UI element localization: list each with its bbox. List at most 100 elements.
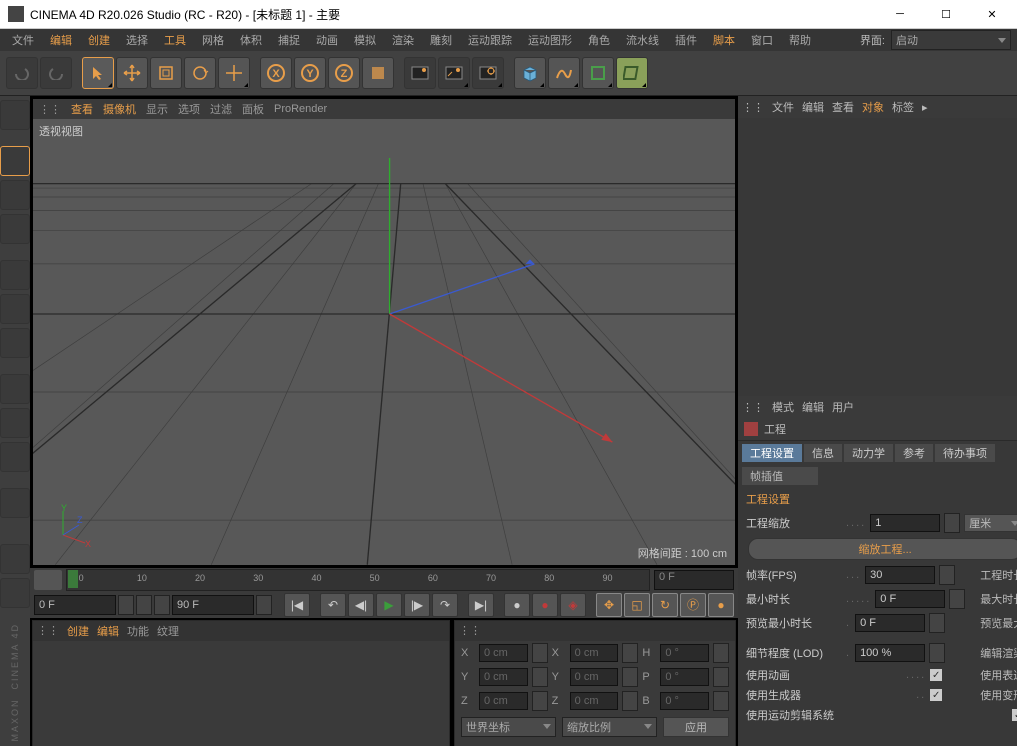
menu-snap[interactable]: 捕捉 [272,30,306,50]
render-pv-button[interactable] [438,57,470,89]
om-menu-objects[interactable]: 对象 [862,99,884,115]
fps-field[interactable]: 30 [865,566,935,584]
size-y-spin[interactable] [622,667,638,687]
menu-render[interactable]: 渲染 [386,30,420,50]
rot-p-field[interactable]: 0 ° [660,668,709,686]
vp-grip-icon[interactable]: ⋮⋮ [39,103,61,116]
menu-create[interactable]: 创建 [82,30,116,50]
fps-spin[interactable] [939,565,955,585]
menu-sculpt[interactable]: 雕刻 [424,30,458,50]
points-mode-button[interactable] [0,260,30,290]
minimize-button[interactable]: ─ [877,0,923,28]
min-field[interactable]: 0 F [875,590,945,608]
vp-nav-2[interactable] [677,101,693,117]
vp-nav-3[interactable] [695,101,711,117]
vp-nav-1[interactable] [659,101,675,117]
workplane-lock-button[interactable] [0,578,30,608]
maximize-button[interactable]: ☐ [923,0,969,28]
key-pos-button[interactable]: ✥ [596,593,622,617]
range-end-field[interactable]: 90 F [172,595,254,615]
timeline-playhead[interactable] [68,570,78,588]
am-tab-dynamics[interactable]: 动力学 [844,444,893,462]
pos-z-field[interactable]: 0 cm [479,692,528,710]
menu-motiontrack[interactable]: 运动跟踪 [462,30,518,50]
prev-key-button[interactable]: ↶ [320,593,346,617]
vp-menu-panel[interactable]: 面板 [242,101,264,117]
move-tool[interactable] [116,57,148,89]
rot-p-spin[interactable] [713,667,729,687]
render-view-button[interactable] [404,57,436,89]
pos-z-spin[interactable] [532,691,548,711]
key-param-button[interactable]: Ⓟ [680,593,706,617]
coord-space-dropdown[interactable]: 世界坐标 [461,717,556,737]
use-gen-checkbox[interactable]: ✓ [930,689,942,701]
render-settings-button[interactable] [472,57,504,89]
make-editable-button[interactable] [0,100,30,130]
menu-volume[interactable]: 体积 [234,30,268,50]
am-tab-todo[interactable]: 待办事项 [935,444,995,462]
vp-menu-options[interactable]: 选项 [178,101,200,117]
y-axis-button[interactable]: Y [294,57,326,89]
menu-script[interactable]: 脚本 [707,30,741,50]
om-menu-more[interactable]: ▸ [922,101,928,114]
polygons-mode-button[interactable] [0,328,30,358]
timeline-current-frame[interactable]: 0 F [654,570,734,590]
object-manager-body[interactable] [738,118,1017,396]
texture-mode-button[interactable] [0,180,30,210]
am-grip-icon[interactable]: ⋮⋮ [742,401,764,414]
proj-scale-unit[interactable]: 厘米 [964,514,1017,532]
z-axis-button[interactable]: Z [328,57,360,89]
size-z-field[interactable]: 0 cm [570,692,619,710]
menu-file[interactable]: 文件 [6,30,40,50]
pmin-spin[interactable] [929,613,945,633]
next-key-button[interactable]: ↷ [432,593,458,617]
snap-button[interactable] [0,544,30,574]
size-z-spin[interactable] [622,691,638,711]
range-end-spin[interactable] [256,595,272,615]
am-nav-prev[interactable] [936,399,952,415]
mat-tab-create[interactable]: 创建 [67,623,89,639]
menu-help[interactable]: 帮助 [783,30,817,50]
om-menu-edit[interactable]: 编辑 [802,99,824,115]
menu-mograph[interactable]: 运动图形 [522,30,578,50]
redo-button[interactable] [40,57,72,89]
coord-apply-button[interactable]: 应用 [663,717,729,737]
rot-b-spin[interactable] [713,691,729,711]
am-menu-mode[interactable]: 模式 [772,399,794,415]
mat-tab-edit[interactable]: 编辑 [97,623,119,639]
deformer-button[interactable] [616,57,648,89]
vp-menu-filter[interactable]: 过滤 [210,101,232,117]
menu-edit[interactable]: 编辑 [44,30,78,50]
vp-menu-view[interactable]: 查看 [71,101,93,117]
timeline-lock-button[interactable] [34,570,62,590]
am-tab-info[interactable]: 信息 [804,444,842,462]
size-x-field[interactable]: 0 cm [570,644,619,662]
menu-window[interactable]: 窗口 [745,30,779,50]
prev-frame-button[interactable]: ◀| [348,593,374,617]
range-start-prev[interactable] [136,595,152,615]
vp-nav-4[interactable] [713,101,729,117]
menu-animate[interactable]: 动画 [310,30,344,50]
rot-h-field[interactable]: 0 ° [660,644,709,662]
model-mode-button[interactable] [0,146,30,176]
range-start-field[interactable]: 0 F [34,595,116,615]
pos-y-field[interactable]: 0 cm [479,668,528,686]
spline-button[interactable] [548,57,580,89]
lod-field[interactable]: 100 % [855,644,925,662]
use-anim-checkbox[interactable]: ✓ [930,669,942,681]
lod-spin[interactable] [929,643,945,663]
am-menu-edit[interactable]: 编辑 [802,399,824,415]
min-spin[interactable] [949,589,965,609]
am-nav-up[interactable] [972,399,988,415]
key-pla-button[interactable]: ● [708,593,734,617]
cube-primitive-button[interactable] [514,57,546,89]
coord-system-button[interactable] [362,57,394,89]
size-x-spin[interactable] [622,643,638,663]
viewport-solo-button[interactable] [0,488,30,518]
am-menu-user[interactable]: 用户 [832,399,854,415]
menu-mesh[interactable]: 网格 [196,30,230,50]
vp-menu-display[interactable]: 显示 [146,101,168,117]
record-button[interactable]: ● [504,593,530,617]
undo-button[interactable] [6,57,38,89]
am-tab-ref[interactable]: 参考 [895,444,933,462]
